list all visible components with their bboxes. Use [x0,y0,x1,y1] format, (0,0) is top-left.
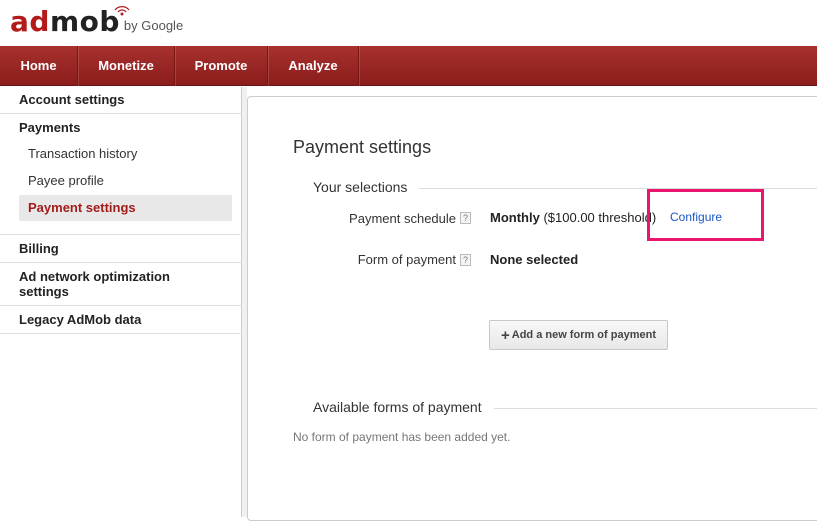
sidebar-item-payment-settings[interactable]: Payment settings [19,195,232,221]
signal-waves-icon [114,6,130,16]
sidebar-item-ad-network-optimization[interactable]: Ad network optimization settings [0,263,242,306]
sidebar-item-billing[interactable]: Billing [0,235,242,263]
plus-icon: + [500,326,510,344]
admob-logo[interactable]: ad mob by Google [10,5,184,38]
logo-mob-text: mob [50,6,130,36]
form-of-payment-label: Form of payment [357,252,456,267]
sidebar-item-payments[interactable]: Payments [0,114,242,142]
payment-schedule-frequency: Monthly [490,210,540,225]
help-icon[interactable]: ? [460,212,471,224]
payment-schedule-threshold: ($100.00 threshold) [543,210,657,225]
nav-promote[interactable]: Promote [175,46,268,86]
nav-analyze[interactable]: Analyze [268,46,359,86]
nav-monetize[interactable]: Monetize [78,46,175,86]
form-of-payment-value: None selected [490,252,579,267]
nav-home[interactable]: Home [0,46,78,86]
ad-network-line2: settings [19,284,69,299]
sidebar-item-account-settings[interactable]: Account settings [0,87,242,114]
section-heading-your-selections: Your selections [313,179,420,195]
top-nav: Home Monetize Promote Analyze [0,46,817,86]
configure-link[interactable]: Configure [670,210,722,224]
main-panel [247,96,817,521]
section-heading-available-forms: Available forms of payment [313,399,494,415]
help-icon[interactable]: ? [460,254,471,266]
logo-by-google: by Google [123,18,184,33]
add-button-label: Add a new form of payment [511,329,656,341]
page-title: Payment settings [293,137,432,157]
payment-schedule-label: Payment schedule [349,211,456,226]
payment-schedule-value: Monthly ($100.00 threshold) [490,210,656,225]
sidebar-item-payee-profile[interactable]: Payee profile [19,168,232,194]
no-form-message: No form of payment has been added yet. [293,430,511,444]
logo-ad-text: ad [10,5,50,38]
sidebar-item-legacy-admob-data[interactable]: Legacy AdMob data [0,306,242,334]
sidebar-item-transaction-history[interactable]: Transaction history [19,141,232,167]
add-form-of-payment-button[interactable]: + Add a new form of payment [489,320,668,350]
logo-bar: ad mob by Google [0,0,817,46]
ad-network-line1: Ad network optimization [19,269,170,284]
